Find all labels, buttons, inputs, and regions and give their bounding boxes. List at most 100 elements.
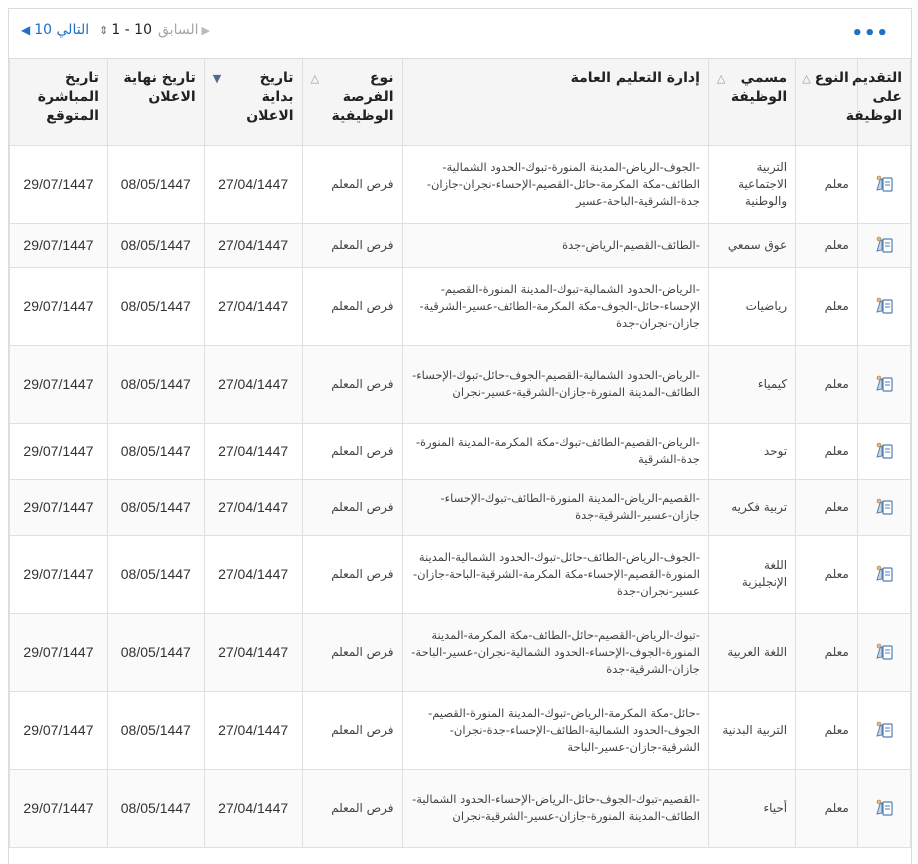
end-date-cell: 08/05/1447 xyxy=(106,690,205,770)
previous-page-button[interactable]: السابق ▶ xyxy=(158,22,210,38)
direct-date-cell: 29/07/1447 xyxy=(9,266,108,346)
apply-cell xyxy=(856,534,911,614)
sort-down-icon: ▼ xyxy=(212,72,222,85)
job-title-cell: اللغة العربية xyxy=(707,612,797,692)
col-admin-label: إدارة التعليم العامة xyxy=(570,70,700,86)
table-row: معلم التربية البدنية -حائل-مكة المكرمة-ا… xyxy=(9,690,911,770)
more-dots-icon: ••• xyxy=(851,23,889,44)
job-title-cell: عوق سمعي xyxy=(707,222,797,268)
job-title-cell: تربية فكريه xyxy=(707,478,797,536)
end-date-cell: 08/05/1447 xyxy=(106,534,205,614)
direct-date-cell: 29/07/1447 xyxy=(9,222,108,268)
next-page-label: التالي 10 xyxy=(34,22,90,38)
job-type-cell: معلم xyxy=(795,690,858,770)
apply-job-icon[interactable] xyxy=(874,297,894,315)
table-row: معلم رياضيات -الرياض-الحدود الشمالية-تبو… xyxy=(9,266,911,346)
end-date-cell: 08/05/1447 xyxy=(106,612,205,692)
apply-cell xyxy=(856,612,911,692)
job-title-cell: كيمياء xyxy=(707,344,797,424)
education-admin-cell: -الرياض-الحدود الشمالية-تبوك-المدينة الم… xyxy=(401,266,709,346)
job-title-cell: التربية الاجتماعية والوطنية xyxy=(707,144,797,224)
direct-date-cell: 29/07/1447 xyxy=(9,144,108,224)
table-row: معلم اللغة العربية -تبوك-الرياض-القصيم-ح… xyxy=(9,612,911,692)
apply-job-icon[interactable] xyxy=(874,375,894,393)
col-opportunity-label: نوع الفرصة الوظيفية xyxy=(331,70,394,124)
job-type-cell: معلم xyxy=(795,144,858,224)
col-type-label: النوع xyxy=(814,70,849,86)
opportunity-type-cell: فرص المعلم xyxy=(301,222,403,268)
apply-job-icon[interactable] xyxy=(874,442,894,460)
start-date-cell: 27/04/1447 xyxy=(203,768,303,848)
sort-up-icon: △ xyxy=(802,72,811,85)
job-title-cell: توحد xyxy=(707,422,797,480)
list-toolbar: ◀ التالي 10 ⇕ 1 - 10 السابق ▶ ••• xyxy=(9,9,911,59)
job-type-cell: معلم xyxy=(795,422,858,480)
next-arrow-icon: ◀ xyxy=(21,23,31,37)
education-admin-cell: -الرياض-الحدود الشمالية-القصيم-الجوف-حائ… xyxy=(401,344,709,424)
jobs-table: التقديم على الوظيفة النوع △ مسمي الوظيفة △… xyxy=(9,59,911,848)
apply-cell xyxy=(856,222,911,268)
col-apply-header: التقديم على الوظيفة xyxy=(846,59,911,146)
apply-cell xyxy=(856,768,911,848)
opportunity-type-cell: فرص المعلم xyxy=(301,478,403,536)
education-admin-cell: -حائل-مكة المكرمة-الرياض-تبوك-المدينة ال… xyxy=(401,690,709,770)
more-options-button[interactable]: ••• xyxy=(851,23,889,44)
education-admin-cell: -القصيم-تبوك-الجوف-حائل-الرياض-الإحساء-ا… xyxy=(401,768,709,848)
previous-page-label: السابق xyxy=(158,22,199,38)
next-page-button[interactable]: ◀ التالي 10 xyxy=(21,22,89,38)
sort-up-icon: △ xyxy=(310,72,320,85)
direct-date-cell: 29/07/1447 xyxy=(9,534,108,614)
end-date-cell: 08/05/1447 xyxy=(106,478,205,536)
pager: ◀ التالي 10 ⇕ 1 - 10 السابق ▶ xyxy=(21,22,210,38)
col-title-header[interactable]: مسمي الوظيفة △ xyxy=(707,59,797,146)
page-range-select[interactable]: ⇕ 1 - 10 xyxy=(99,22,152,38)
col-start-date-label: تاريخ بداية الاعلان xyxy=(246,70,294,124)
job-title-cell: أحياء xyxy=(707,768,797,848)
apply-cell xyxy=(856,690,911,770)
direct-date-cell: 29/07/1447 xyxy=(9,768,108,848)
education-admin-cell: -الجوف-الرياض-الطائف-حائل-تبوك-الحدود ال… xyxy=(401,534,709,614)
col-end-date-label: تاريخ نهاية الاعلان xyxy=(123,70,196,105)
opportunity-type-cell: فرص المعلم xyxy=(301,534,403,614)
apply-cell xyxy=(856,266,911,346)
table-header-row: التقديم على الوظيفة النوع △ مسمي الوظيفة △… xyxy=(9,59,911,146)
start-date-cell: 27/04/1447 xyxy=(203,344,303,424)
col-admin-header: إدارة التعليم العامة xyxy=(401,59,709,146)
col-apply-label: التقديم على الوظيفة xyxy=(845,70,902,124)
direct-date-cell: 29/07/1447 xyxy=(9,690,108,770)
start-date-cell: 27/04/1447 xyxy=(203,266,303,346)
opportunity-type-cell: فرص المعلم xyxy=(301,768,403,848)
apply-job-icon[interactable] xyxy=(874,498,894,516)
table-row: معلم كيمياء -الرياض-الحدود الشمالية-القص… xyxy=(9,344,911,424)
opportunity-type-cell: فرص المعلم xyxy=(301,266,403,346)
education-admin-cell: -الجوف-الرياض-المدينة المنورة-تبوك-الحدو… xyxy=(401,144,709,224)
table-row: معلم التربية الاجتماعية والوطنية -الجوف-… xyxy=(9,144,911,224)
apply-job-icon[interactable] xyxy=(874,643,894,661)
job-type-cell: معلم xyxy=(795,478,858,536)
education-admin-cell: -الرياض-القصيم-الطائف-تبوك-مكة المكرمة-ا… xyxy=(401,422,709,480)
start-date-cell: 27/04/1447 xyxy=(203,422,303,480)
end-date-cell: 08/05/1447 xyxy=(106,266,205,346)
apply-cell xyxy=(856,144,911,224)
direct-date-cell: 29/07/1447 xyxy=(9,478,108,536)
apply-job-icon[interactable] xyxy=(874,799,894,817)
apply-cell xyxy=(856,478,911,536)
apply-job-icon[interactable] xyxy=(874,721,894,739)
job-type-cell: معلم xyxy=(795,222,858,268)
job-title-cell: التربية البدنية xyxy=(707,690,797,770)
direct-date-cell: 29/07/1447 xyxy=(9,344,108,424)
apply-job-icon[interactable] xyxy=(874,236,894,254)
education-admin-cell: -تبوك-الرياض-القصيم-حائل-الطائف-مكة المك… xyxy=(401,612,709,692)
page-range-label: 1 - 10 xyxy=(111,22,152,38)
education-admin-cell: -الطائف-القصيم-الرياض-جدة xyxy=(401,222,709,268)
table-row: معلم اللغة الإنجليزية -الجوف-الرياض-الطا… xyxy=(9,534,911,614)
table-row: معلم عوق سمعي -الطائف-القصيم-الرياض-جدة … xyxy=(9,222,911,268)
col-opportunity-header[interactable]: نوع الفرصة الوظيفية △ xyxy=(301,59,403,146)
direct-date-cell: 29/07/1447 xyxy=(9,422,108,480)
updown-arrows-icon: ⇕ xyxy=(99,23,109,37)
apply-job-icon[interactable] xyxy=(874,565,894,583)
apply-job-icon[interactable] xyxy=(874,175,894,193)
job-type-cell: معلم xyxy=(795,534,858,614)
education-admin-cell: -القصيم-الرياض-المدينة المنورة-الطائف-تب… xyxy=(401,478,709,536)
col-start-date-header[interactable]: تاريخ بداية الاعلان ▼ xyxy=(203,59,303,146)
